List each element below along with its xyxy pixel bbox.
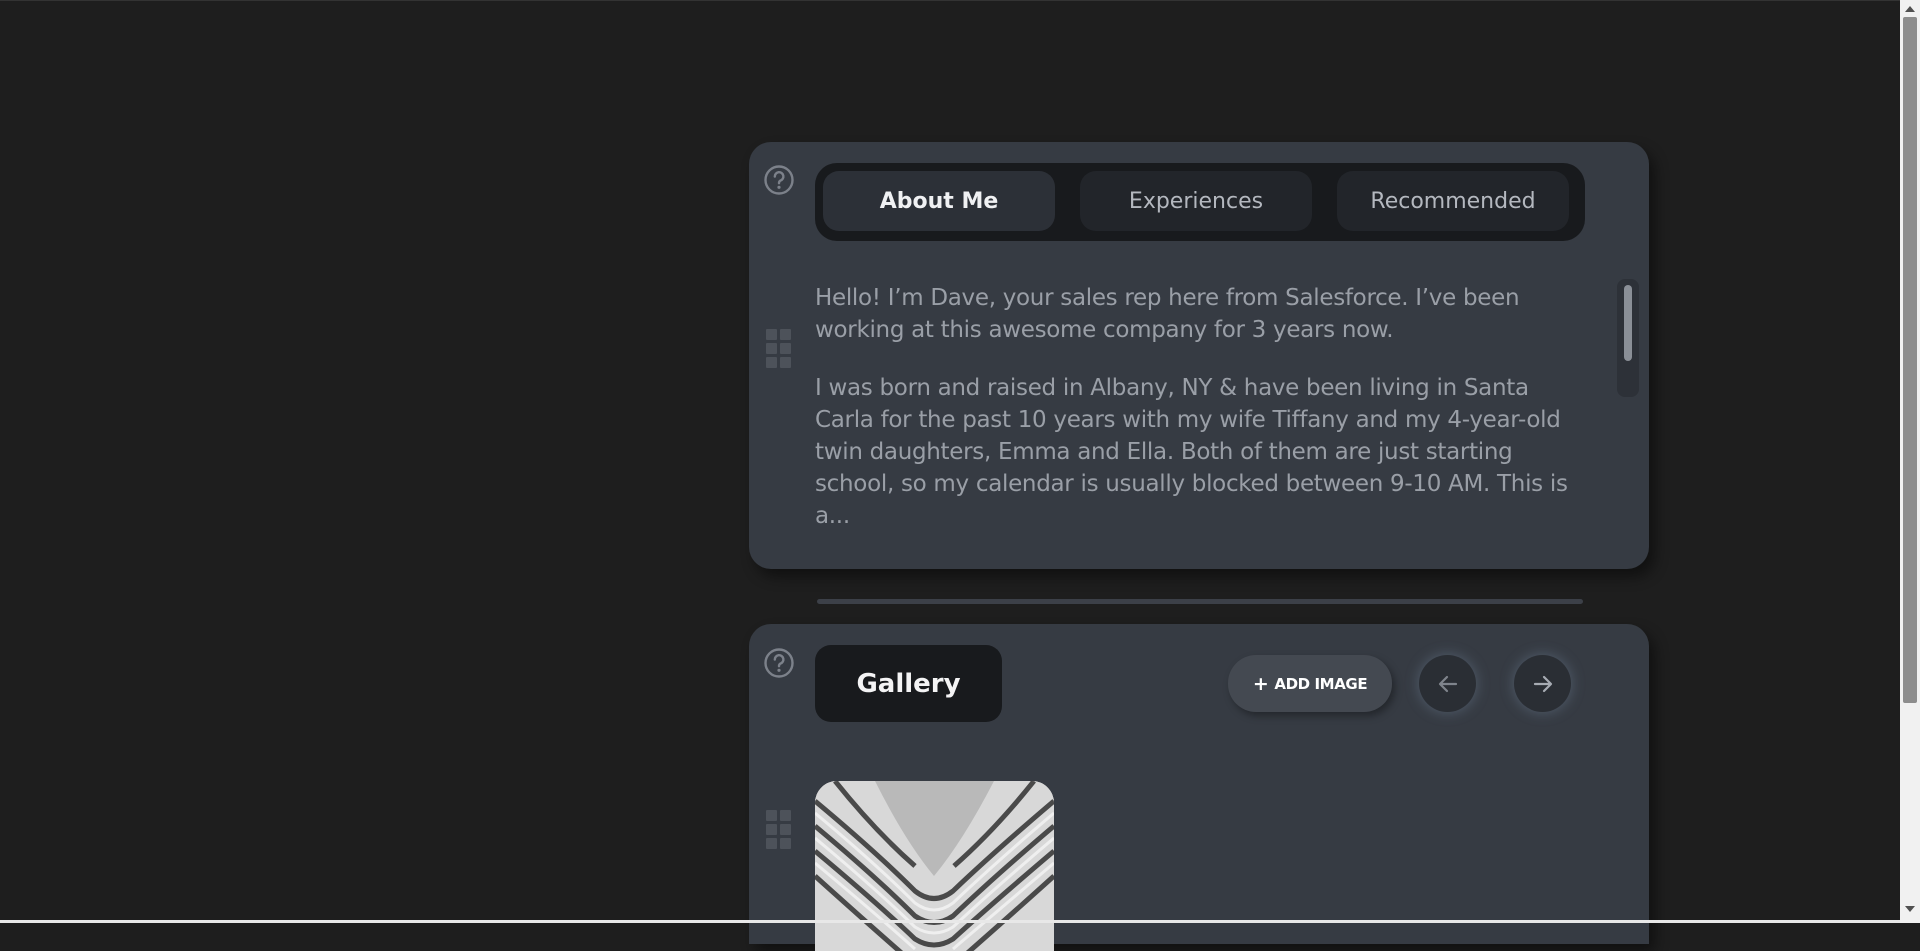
scroll-down-icon[interactable] [1905,905,1915,913]
section-divider [817,599,1583,604]
about-bio: Hello! I’m Dave, your sales rep here fro… [815,282,1585,552]
about-tabs: About Me Experiences Recommended [815,163,1585,241]
window-top-border [0,0,1900,1]
arrow-left-icon [1438,675,1457,692]
grip-icon[interactable] [766,810,792,850]
tab-experiences[interactable]: Experiences [1080,171,1312,231]
scroll-up-icon[interactable] [1905,5,1915,13]
tab-recommended[interactable]: Recommended [1337,171,1569,231]
arrow-right-icon [1533,675,1552,692]
about-card: About Me Experiences Recommended Hello! … [749,142,1649,569]
plus-icon: + [1252,672,1269,695]
tab-about-me[interactable]: About Me [823,171,1055,231]
add-image-label: ADD IMAGE [1274,674,1368,693]
gallery-title: Gallery [815,645,1002,722]
add-image-button[interactable]: + ADD IMAGE [1228,655,1392,712]
bio-paragraph: I was born and raised in Albany, NY & ha… [815,375,1568,529]
help-icon[interactable] [763,164,795,196]
gallery-card: Gallery + ADD IMAGE [749,624,1649,951]
gallery-image[interactable] [815,781,1054,951]
gallery-next-button[interactable] [1514,655,1571,712]
bio-scrollbar-thumb[interactable] [1624,285,1632,361]
bio-scrollbar[interactable] [1617,279,1639,397]
bio-paragraph: Hello! I’m Dave, your sales rep here fro… [815,285,1520,343]
page-scrollbar[interactable] [1900,0,1920,923]
gallery-prev-button[interactable] [1419,655,1476,712]
help-icon[interactable] [763,647,795,679]
grip-icon[interactable] [766,329,792,369]
page-scrollbar-thumb[interactable] [1903,17,1917,703]
